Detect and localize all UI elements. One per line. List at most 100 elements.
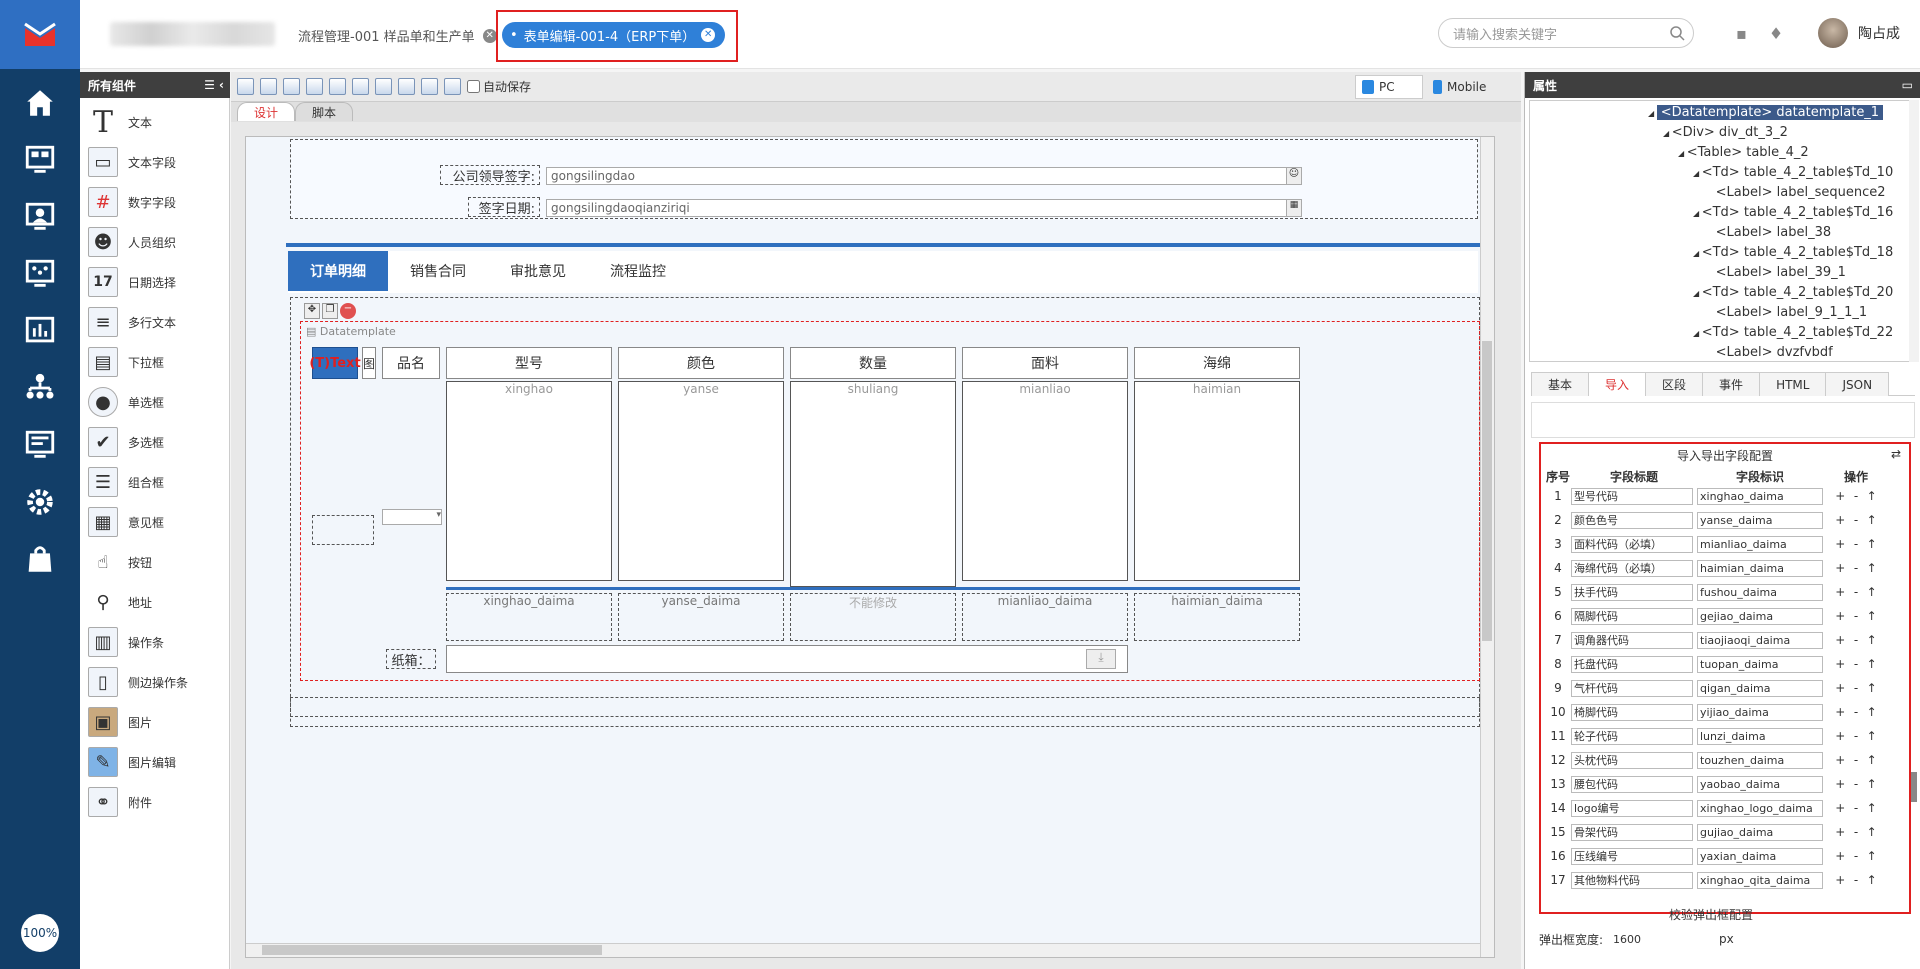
remove-row-icon[interactable]: - xyxy=(1854,537,1858,551)
tab-html[interactable]: HTML xyxy=(1759,372,1827,396)
name-column-header[interactable]: 品名 xyxy=(382,347,440,379)
config-scroll-thumb[interactable] xyxy=(1911,772,1917,802)
field-title-input[interactable]: 隔脚代码 xyxy=(1571,607,1693,625)
save-icon[interactable] xyxy=(237,78,254,95)
component-date[interactable]: 17 日期选择 xyxy=(88,262,228,302)
home-icon[interactable] xyxy=(0,78,80,128)
sponge-field[interactable]: haimian xyxy=(1134,381,1300,581)
sign-input[interactable]: gongsilingdao xyxy=(546,167,1294,185)
move-up-icon[interactable]: ↑ xyxy=(1867,537,1877,551)
popup-width-input[interactable]: 1600 xyxy=(1611,930,1712,948)
field-id-input[interactable]: yaobao_daima xyxy=(1697,775,1823,793)
field-id-input[interactable]: haimian_daima xyxy=(1697,559,1823,577)
field-title-input[interactable]: 头枕代码 xyxy=(1571,751,1693,769)
remove-row-icon[interactable]: - xyxy=(1854,801,1858,815)
field-title-input[interactable]: 颜色色号 xyxy=(1571,511,1693,529)
sequence-text-label[interactable]: (T)Text xyxy=(309,347,361,379)
field-title-input[interactable]: 椅脚代码 xyxy=(1571,703,1693,721)
print-icon[interactable] xyxy=(306,78,323,95)
remove-row-icon[interactable]: - xyxy=(1854,825,1858,839)
bag-icon[interactable] xyxy=(0,534,80,584)
image-column-header[interactable]: 图 xyxy=(362,347,376,379)
tree-node[interactable]: ◢ <Td> table_4_2_table$Td_10 xyxy=(1693,165,1893,180)
add-row-icon[interactable]: + xyxy=(1835,657,1845,671)
component-combo[interactable]: ☰ 组合框 xyxy=(88,462,228,502)
component-dropdown[interactable]: ▤ 下拉框 xyxy=(88,342,228,382)
component-text[interactable]: T 文本 xyxy=(88,102,228,142)
field-title-input[interactable]: 托盘代码 xyxy=(1571,655,1693,673)
search-input[interactable]: 请输入搜索关键字 xyxy=(1438,18,1694,48)
field-title-input[interactable]: 型号代码 xyxy=(1571,487,1693,505)
popup-config-label[interactable]: 校验弹出框配置 xyxy=(1669,906,1753,923)
tab-approval[interactable]: 审批意见 xyxy=(488,251,588,291)
color-field[interactable]: yanse xyxy=(618,381,784,581)
search-icon[interactable] xyxy=(1669,25,1685,41)
tree-toggle-icon[interactable]: ◢ xyxy=(1693,249,1702,258)
tab-order-detail[interactable]: 订单明细 xyxy=(288,251,388,291)
wand-icon[interactable] xyxy=(329,78,346,95)
tree-node[interactable]: ◢ <Datatemplate> datatemplate_1 xyxy=(1648,105,1884,120)
field-id-input[interactable]: yanse_daima xyxy=(1697,511,1823,529)
remove-row-icon[interactable]: - xyxy=(1854,585,1858,599)
move-up-icon[interactable]: ↑ xyxy=(1867,825,1877,839)
tree-toggle-icon[interactable]: ◢ xyxy=(1693,329,1702,338)
component-radio[interactable]: ● 单选框 xyxy=(88,382,228,422)
tree-node[interactable]: <Label> label_38 xyxy=(1708,225,1831,240)
import-icon[interactable] xyxy=(352,78,369,95)
quantity-field[interactable]: shuliang xyxy=(790,381,956,587)
remove-row-icon[interactable]: - xyxy=(1854,609,1858,623)
tree-node[interactable]: ◢ <Td> table_4_2_table$Td_18 xyxy=(1693,245,1893,260)
add-row-icon[interactable]: + xyxy=(1835,729,1845,743)
dashboard-icon[interactable] xyxy=(0,135,80,185)
field-title-input[interactable]: 调角器代码 xyxy=(1571,631,1693,649)
component-button[interactable]: ☝ 按钮 xyxy=(88,542,228,582)
component-image[interactable]: ▣ 图片 xyxy=(88,702,228,742)
tree-toggle-icon[interactable] xyxy=(1708,269,1716,278)
field-id-input[interactable]: gujiao_daima xyxy=(1697,823,1823,841)
user-menu[interactable]: 陶占成 xyxy=(1818,18,1900,48)
chart-icon[interactable] xyxy=(0,306,80,356)
add-row-icon[interactable]: + xyxy=(1835,825,1845,839)
publish-icon[interactable] xyxy=(444,78,461,95)
column-header-model[interactable]: 型号 xyxy=(446,347,612,379)
refresh-icon[interactable]: ⇄ xyxy=(1891,447,1901,461)
tab-basic[interactable]: 基本 xyxy=(1531,372,1590,396)
field-id-input[interactable]: qigan_daima xyxy=(1697,679,1823,697)
export-icon[interactable] xyxy=(375,78,392,95)
tree-toggle-icon[interactable] xyxy=(1708,229,1716,238)
remove-row-icon[interactable]: - xyxy=(1854,681,1858,695)
tree-toggle-icon[interactable] xyxy=(1708,349,1716,358)
component-attachment[interactable]: ⚭ 附件 xyxy=(88,782,228,822)
scroll-thumb[interactable] xyxy=(1482,341,1492,641)
field-title-input[interactable]: 扶手代码 xyxy=(1571,583,1693,601)
component-multiline[interactable]: ≡ 多行文本 xyxy=(88,302,228,342)
tab-process-management[interactable]: 流程管理-001 样品单和生产单 ✕ xyxy=(298,26,497,45)
zoom-indicator[interactable]: 100% xyxy=(21,914,59,952)
model-field[interactable]: xinghao xyxy=(446,381,612,581)
delete-icon[interactable]: − xyxy=(340,303,356,319)
tab-json[interactable]: JSON xyxy=(1825,372,1890,396)
add-row-icon[interactable]: + xyxy=(1835,489,1845,503)
autosave-input[interactable] xyxy=(467,80,480,93)
flow-icon[interactable] xyxy=(0,249,80,299)
component-checkbox[interactable]: ✔ 多选框 xyxy=(88,422,228,462)
tree-node[interactable]: ◢ <Td> table_4_2_table$Td_22 xyxy=(1693,325,1893,340)
move-up-icon[interactable]: ↑ xyxy=(1867,873,1877,887)
tab-sales-contract[interactable]: 销售合同 xyxy=(388,251,488,291)
tree-node[interactable]: ◢ <Div> div_dt_3_2 xyxy=(1663,125,1788,140)
add-row-icon[interactable]: + xyxy=(1835,609,1845,623)
shirt-icon[interactable]: ♦ xyxy=(1769,24,1783,43)
fabric-code-field[interactable]: mianliao_daima xyxy=(962,593,1128,641)
tree-scrollbar[interactable] xyxy=(1909,100,1919,362)
component-text-field[interactable]: ▭ 文本字段 xyxy=(88,142,228,182)
avatar[interactable] xyxy=(1818,18,1848,48)
close-icon[interactable]: ✕ xyxy=(701,28,716,42)
move-up-icon[interactable]: ↑ xyxy=(1867,801,1877,815)
add-row-icon[interactable]: + xyxy=(1835,849,1845,863)
field-id-input[interactable]: lunzi_daima xyxy=(1697,727,1823,745)
remove-row-icon[interactable]: - xyxy=(1854,873,1858,887)
component-person-org[interactable]: ☻ 人员组织 xyxy=(88,222,228,262)
move-icon[interactable]: ✥ xyxy=(304,303,320,319)
remove-row-icon[interactable]: - xyxy=(1854,657,1858,671)
copy-icon[interactable]: ❐ xyxy=(322,303,338,319)
